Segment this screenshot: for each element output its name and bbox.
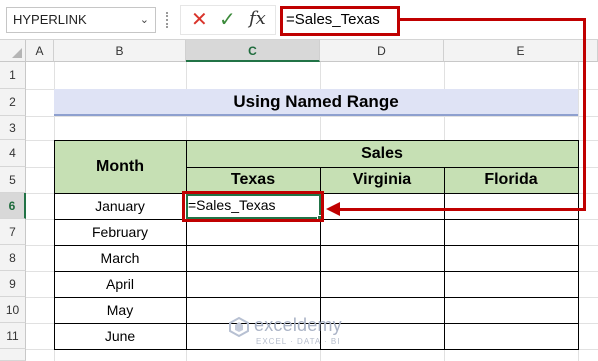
table-border: [54, 140, 579, 141]
watermark-tagline: EXCEL · DATA · BI: [256, 337, 341, 346]
chevron-down-icon[interactable]: ⌄: [140, 8, 149, 32]
formula-highlight-box: [280, 6, 400, 36]
column-header-d[interactable]: D: [320, 40, 444, 62]
row-header-3[interactable]: 3: [0, 116, 26, 140]
table-border: [54, 245, 579, 246]
virginia-header-cell[interactable]: Virginia: [320, 167, 444, 193]
month-cell-may[interactable]: May: [54, 297, 186, 323]
watermark-name: exceldemy: [254, 315, 342, 335]
connector-line: [583, 18, 586, 211]
column-header-a[interactable]: A: [26, 40, 54, 62]
name-box[interactable]: HYPERLINK ⌄: [6, 7, 156, 33]
texas-header-cell[interactable]: Texas: [186, 167, 320, 193]
table-border: [54, 349, 579, 350]
month-header-cell[interactable]: Month: [54, 140, 186, 193]
sheet-title[interactable]: Using Named Range: [54, 89, 578, 116]
month-cell-march[interactable]: March: [54, 245, 186, 271]
table-border: [186, 167, 579, 168]
florida-header-cell[interactable]: Florida: [444, 167, 578, 193]
cell-highlight-box: [182, 191, 324, 222]
name-box-value: HYPERLINK: [13, 12, 87, 27]
row-header-6[interactable]: 6: [0, 193, 26, 219]
month-cell-february[interactable]: February: [54, 219, 186, 245]
sales-header-cell[interactable]: Sales: [186, 140, 578, 167]
table-border: [54, 297, 579, 298]
table-border: [186, 140, 187, 350]
watermark: exceldemy EXCEL · DATA · BI: [228, 313, 378, 349]
row-header-4[interactable]: 4: [0, 140, 26, 167]
exceldemy-logo-icon: [229, 316, 249, 338]
table-border: [54, 271, 579, 272]
row-header-5[interactable]: 5: [0, 167, 26, 193]
cancel-x-icon[interactable]: ✕: [191, 10, 208, 30]
row-header-8[interactable]: 8: [0, 245, 26, 271]
month-cell-january[interactable]: January: [54, 193, 186, 219]
row-header-9[interactable]: 9: [0, 271, 26, 297]
table-border: [444, 167, 445, 350]
grid-line: [26, 116, 598, 117]
arrow-left-icon: [326, 202, 340, 216]
row-header-2[interactable]: 2: [0, 89, 26, 116]
row-header-10[interactable]: 10: [0, 297, 26, 323]
table-border: [54, 140, 55, 350]
formula-bar-buttons: ✕ ✓ fx: [180, 5, 276, 35]
insert-function-icon[interactable]: fx: [249, 8, 266, 29]
row-header-11[interactable]: 11: [0, 323, 26, 349]
formula-bar-separator: [166, 12, 168, 28]
row-header-12[interactable]: [0, 349, 26, 361]
row-header-7[interactable]: 7: [0, 219, 26, 245]
column-header-b[interactable]: B: [54, 40, 186, 62]
month-cell-april[interactable]: April: [54, 271, 186, 297]
column-header-e[interactable]: E: [444, 40, 598, 62]
month-cell-june[interactable]: June: [54, 323, 186, 349]
enter-check-icon[interactable]: ✓: [219, 10, 236, 30]
row-header-1[interactable]: 1: [0, 62, 26, 89]
connector-line: [400, 18, 586, 21]
connector-line: [338, 208, 586, 211]
select-all-corner[interactable]: [0, 40, 26, 62]
table-border: [578, 140, 579, 350]
column-header-c[interactable]: C: [186, 40, 320, 62]
